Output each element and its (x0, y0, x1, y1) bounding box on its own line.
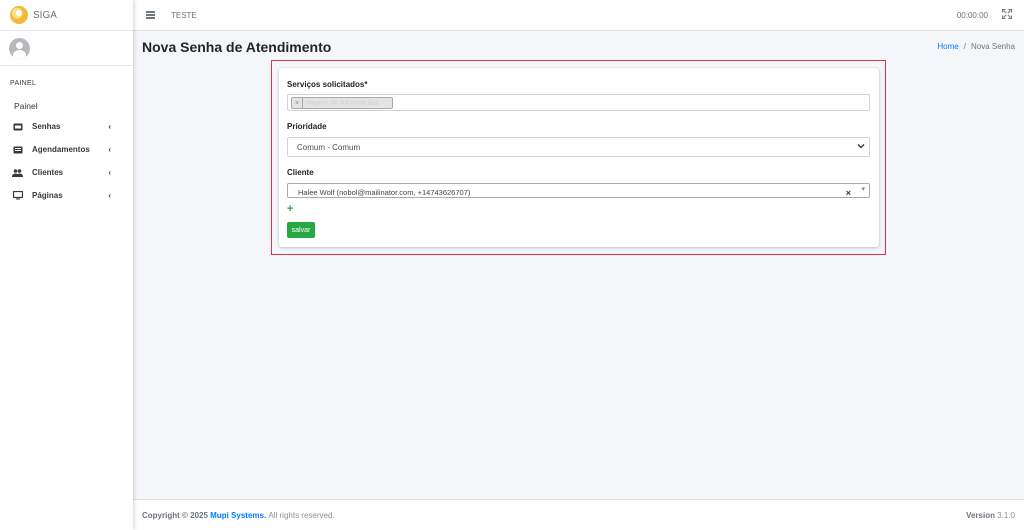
chevron-left-icon: ‹ (108, 122, 111, 131)
topbar: TESTE 00:00:00 (133, 0, 1024, 31)
client-label: Cliente (287, 168, 314, 177)
chevron-left-icon: ‹ (108, 191, 111, 200)
top-title: TESTE (171, 10, 197, 20)
footer-copyright: Copyright © 2025 (142, 510, 208, 520)
service-tag-label: Viagem de Informações (305, 99, 379, 107)
brand-link[interactable]: SIGA (0, 0, 133, 31)
sidebar-item-clientes[interactable]: Clientes ‹ (0, 161, 133, 184)
breadcrumb-home-link[interactable]: Home (937, 42, 958, 51)
sidebar: SIGA PAINEL Painel Senhas ‹ Agendamentos… (0, 0, 133, 530)
breadcrumb: Home / Nova Senha (937, 42, 1015, 51)
chevron-down-icon (857, 142, 865, 152)
footer: Copyright © 2025 Mupi Systems. All right… (133, 499, 1024, 530)
services-label: Serviços solicitados* (287, 80, 368, 89)
topbar-right: 00:00:00 (956, 8, 1024, 22)
users-icon (12, 168, 23, 177)
sidebar-item-senhas[interactable]: Senhas ‹ (0, 115, 133, 138)
ticket-icon (12, 122, 23, 131)
save-button[interactable]: salvar (287, 222, 315, 238)
priority-value: Comum - Comum (297, 142, 361, 152)
session-timer: 00:00:00 (956, 10, 988, 20)
sidebar-item-label: Páginas (32, 191, 63, 200)
sidebar-item-agendamentos[interactable]: Agendamentos ‹ (0, 138, 133, 161)
fullscreen-icon[interactable] (1002, 8, 1012, 22)
remove-tag-icon[interactable]: × (292, 98, 303, 108)
hamburger-menu-icon[interactable] (146, 10, 155, 21)
caret-down-icon: ▾ (861, 186, 865, 193)
chevron-left-icon: ‹ (108, 168, 111, 177)
chevron-left-icon: ‹ (108, 145, 111, 154)
clear-selection-icon[interactable]: × (846, 185, 851, 197)
nav-header: PAINEL (10, 80, 37, 87)
form-card: Serviços solicitados* × Viagem de Inform… (279, 68, 879, 247)
add-client-button[interactable]: + (287, 203, 293, 215)
version-label: Version (966, 510, 995, 520)
sidebar-item-label: Senhas (32, 122, 61, 131)
footer-company-link[interactable]: Mupi Systems. (210, 511, 266, 520)
brand-logo-icon (10, 6, 28, 24)
priority-select[interactable]: Comum - Comum (287, 137, 870, 157)
client-value: Halee Wolf (nobol@mailinator.com, +14743… (298, 188, 471, 197)
service-tag: × Viagem de Informações (291, 97, 393, 109)
breadcrumb-current: Nova Senha (970, 42, 1015, 51)
footer-version: Version 3.1.0 (966, 511, 1015, 520)
sidebar-item-label: Clientes (32, 168, 64, 177)
app-root: SIGA PAINEL Painel Senhas ‹ Agendamentos… (0, 0, 1024, 530)
user-panel (0, 31, 133, 66)
sidebar-item-label: Agendamentos (32, 145, 90, 154)
list-icon (12, 145, 23, 154)
priority-label: Prioridade (287, 122, 327, 131)
user-avatar-icon[interactable] (9, 37, 30, 59)
footer-rights: All rights reserved. (268, 510, 335, 520)
sidebar-item-paginas[interactable]: Páginas ‹ (0, 184, 133, 207)
version-value: 3.1.0 (997, 510, 1015, 520)
client-select[interactable]: Halee Wolf (nobol@mailinator.com, +14743… (287, 183, 870, 198)
desktop-icon (12, 191, 23, 200)
services-multiselect[interactable]: × Viagem de Informações (287, 94, 870, 111)
breadcrumb-separator: / (963, 42, 966, 51)
brand-name: SIGA (33, 9, 57, 21)
page-title: Nova Senha de Atendimento (142, 39, 332, 55)
sidebar-item-painel[interactable]: Painel (0, 96, 133, 115)
